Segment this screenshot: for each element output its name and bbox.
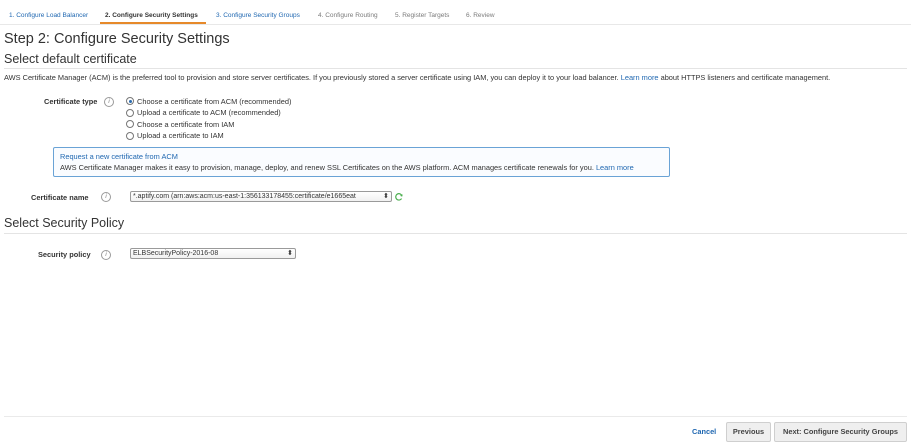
certificate-name-label: Certificate name: [31, 193, 89, 202]
section-divider: [4, 233, 907, 234]
tab-configure-security-settings[interactable]: 2. Configure Security Settings: [105, 12, 198, 19]
section-title-default-certificate: Select default certificate: [4, 52, 137, 66]
radio-button[interactable]: [126, 131, 134, 140]
tab-review: 6. Review: [466, 12, 495, 19]
chevron-updown-icon: ⬍: [287, 250, 293, 257]
section-title-security-policy: Select Security Policy: [4, 216, 125, 230]
tab-register-targets: 5. Register Targets: [395, 12, 450, 19]
cancel-button[interactable]: Cancel: [692, 427, 716, 436]
learn-more-link[interactable]: Learn more: [621, 73, 659, 82]
certificate-description: AWS Certificate Manager (ACM) is the pre…: [4, 73, 831, 82]
footer-divider: [4, 416, 907, 417]
security-policy-select[interactable]: ELBSecurityPolicy-2016-08 ⬍: [130, 248, 296, 259]
radio-upload-acm[interactable]: Upload a certificate to ACM (recommended…: [126, 108, 281, 118]
tab-configure-security-groups[interactable]: 3. Configure Security Groups: [216, 12, 300, 19]
radio-button[interactable]: [126, 120, 134, 128]
section-divider: [4, 68, 907, 69]
request-certificate-link[interactable]: Request a new certificate from ACM: [60, 152, 178, 161]
radio-button-checked[interactable]: [126, 97, 134, 105]
page-title: Step 2: Configure Security Settings: [4, 31, 230, 47]
info-icon[interactable]: i: [104, 97, 114, 107]
security-policy-label: Security policy: [38, 250, 91, 259]
radio-choose-acm[interactable]: Choose a certificate from ACM (recommend…: [126, 96, 291, 106]
next-configure-security-groups-button[interactable]: Next: Configure Security Groups: [774, 422, 907, 442]
info-icon[interactable]: i: [101, 192, 111, 202]
tab-configure-load-balancer[interactable]: 1. Configure Load Balancer: [9, 12, 88, 19]
chevron-updown-icon: ⬍: [383, 193, 389, 200]
wizard-steps: 1. Configure Load Balancer 2. Configure …: [0, 8, 911, 24]
certificate-name-select[interactable]: *.aptify.com (arn:aws:acm:us-east-1:3561…: [130, 191, 392, 202]
refresh-icon[interactable]: [394, 192, 404, 202]
previous-button[interactable]: Previous: [726, 422, 771, 442]
radio-choose-iam[interactable]: Choose a certificate from IAM: [126, 119, 234, 129]
certificate-type-label: Certificate type: [44, 97, 98, 106]
infobox-learn-more-link[interactable]: Learn more: [596, 163, 634, 172]
acm-info-box: Request a new certificate from ACM AWS C…: [53, 147, 670, 177]
radio-upload-iam[interactable]: Upload a certificate to IAM: [126, 131, 224, 141]
acm-info-text: AWS Certificate Manager makes it easy to…: [60, 163, 634, 172]
tab-configure-routing: 4. Configure Routing: [318, 12, 378, 19]
radio-button[interactable]: [126, 108, 134, 117]
info-icon[interactable]: i: [101, 250, 111, 260]
tabs-divider: [0, 24, 911, 25]
